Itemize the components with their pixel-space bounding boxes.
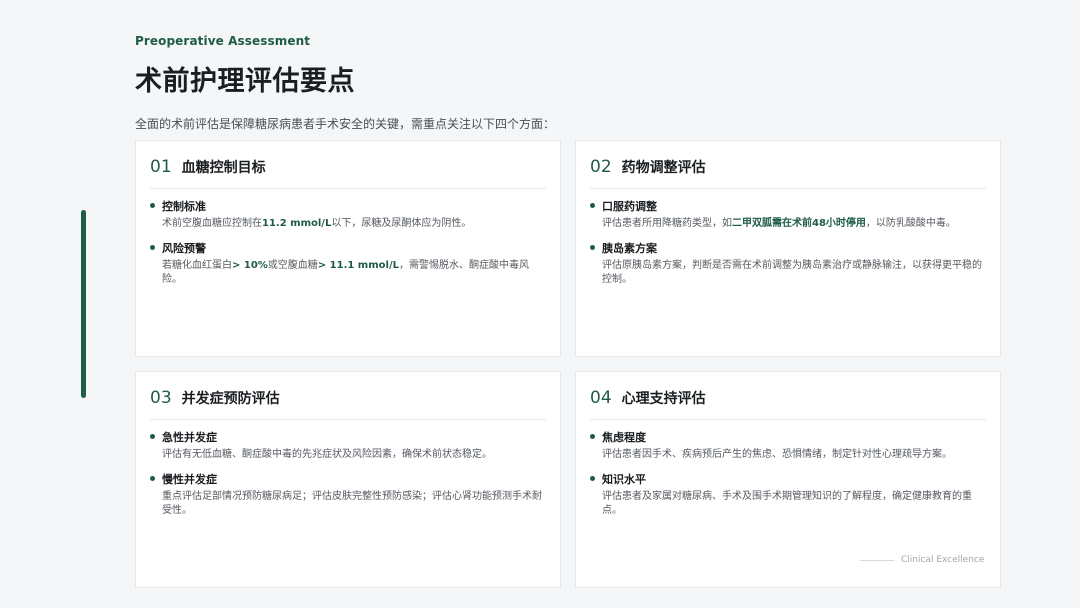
list-item: 知识水平 评估患者及家属对糖尿病、手术及围手术期管理知识的了解程度，确定健康教育… bbox=[590, 471, 986, 518]
item-title: 控制标准 bbox=[162, 200, 206, 213]
list-item: 慢性并发症 重点评估足部情况预防糖尿病足；评估皮肤完整性预防感染；评估心肾功能预… bbox=[150, 471, 546, 518]
list-item: 控制标准 术前空腹血糖应控制在11.2 mmol/L以下，尿糖及尿酮体应为阴性。 bbox=[150, 198, 546, 231]
list-item: 焦虑程度 评估患者因手术、疾病预后产生的焦虑、恐惧情绪，制定针对性心理疏导方案。 bbox=[590, 429, 986, 462]
item-desc: 术前空腹血糖应控制在11.2 mmol/L以下，尿糖及尿酮体应为阴性。 bbox=[162, 217, 546, 231]
footer-divider bbox=[860, 559, 894, 561]
desc-text: ，以防乳酸酸中毒。 bbox=[865, 218, 956, 229]
desc-highlight: > 10% bbox=[232, 260, 268, 271]
bullet-dot bbox=[150, 203, 155, 208]
card-title: 血糖控制目标 bbox=[181, 160, 266, 176]
bullet-dot bbox=[150, 245, 155, 250]
item-desc: 评估原胰岛素方案，判断是否需在术前调整为胰岛素治疗或静脉输注，以获得更平稳的控制… bbox=[602, 260, 982, 285]
desc-text: 若糖化血红蛋白 bbox=[162, 260, 232, 271]
item-title: 口服药调整 bbox=[602, 200, 657, 213]
card-complications: 03 并发症预防评估 急性并发症 评估有无低血糖、酮症酸中毒的先兆症状及风险因素… bbox=[135, 371, 561, 588]
card-number: 03 bbox=[150, 388, 172, 408]
desc-highlight: > 11.1 mmol/L bbox=[317, 260, 399, 271]
bullet-dot bbox=[590, 245, 595, 250]
card-blood-glucose: 01 血糖控制目标 控制标准 术前空腹血糖应控制在11.2 mmol/L以下，尿… bbox=[135, 140, 561, 357]
footer-text: Clinical Excellence bbox=[901, 555, 985, 565]
item-title: 胰岛素方案 bbox=[602, 242, 657, 255]
desc-text: 或空腹血糖 bbox=[267, 260, 318, 271]
desc-text: 术前空腹血糖应控制在 bbox=[162, 218, 262, 229]
bullet-dot bbox=[150, 476, 155, 481]
item-desc: 重点评估足部情况预防糖尿病足；评估皮肤完整性预防感染；评估心肾功能预测手术耐受性… bbox=[162, 491, 542, 516]
bullet-dot bbox=[590, 476, 595, 481]
card-header: 01 血糖控制目标 bbox=[150, 157, 546, 189]
card-title: 心理支持评估 bbox=[621, 391, 706, 407]
item-title: 慢性并发症 bbox=[162, 473, 217, 486]
eyebrow-label: Preoperative Assessment bbox=[135, 34, 311, 48]
page-title: 术前护理评估要点 bbox=[135, 66, 355, 97]
bullet-dot bbox=[150, 434, 155, 439]
desc-text: 以下，尿糖及尿酮体应为阴性。 bbox=[331, 218, 472, 229]
desc-text: 评估患者所用降糖药类型，如 bbox=[602, 218, 732, 229]
card-number: 02 bbox=[590, 157, 612, 177]
card-header: 03 并发症预防评估 bbox=[150, 388, 546, 420]
list-item: 口服药调整 评估患者所用降糖药类型，如二甲双胍需在术前48小时停用，以防乳酸酸中… bbox=[590, 198, 986, 231]
header: Preoperative Assessment 术前护理评估要点 全面的术前评估… bbox=[135, 34, 1015, 132]
item-title: 焦虑程度 bbox=[602, 431, 646, 444]
card-medication: 02 药物调整评估 口服药调整 评估患者所用降糖药类型，如二甲双胍需在术前48小… bbox=[575, 140, 1001, 357]
item-title: 风险预警 bbox=[162, 242, 206, 255]
item-desc: 评估有无低血糖、酮症酸中毒的先兆症状及风险因素，确保术前状态稳定。 bbox=[162, 449, 492, 460]
list-item: 急性并发症 评估有无低血糖、酮症酸中毒的先兆症状及风险因素，确保术前状态稳定。 bbox=[150, 429, 546, 462]
accent-bar bbox=[81, 210, 86, 398]
item-desc: 若糖化血红蛋白> 10%或空腹血糖> 11.1 mmol/L，需警惕脱水、酮症酸… bbox=[162, 259, 546, 287]
footer-note: Clinical Excellence bbox=[860, 555, 984, 565]
item-desc: 评估患者所用降糖药类型，如二甲双胍需在术前48小时停用，以防乳酸酸中毒。 bbox=[602, 217, 986, 231]
list-item: 胰岛素方案 评估原胰岛素方案，判断是否需在术前调整为胰岛素治疗或静脉输注，以获得… bbox=[590, 240, 986, 287]
item-title: 知识水平 bbox=[602, 473, 646, 486]
card-number: 04 bbox=[590, 388, 612, 408]
list-item: 风险预警 若糖化血红蛋白> 10%或空腹血糖> 11.1 mmol/L，需警惕脱… bbox=[150, 240, 546, 287]
intro-text: 全面的术前评估是保障糖尿病患者手术安全的关键，需重点关注以下四个方面： bbox=[135, 117, 556, 131]
desc-highlight: 二甲双胍需在术前48小时停用 bbox=[732, 218, 866, 229]
item-desc: 评估患者及家属对糖尿病、手术及围手术期管理知识的了解程度，确定健康教育的重点。 bbox=[602, 491, 972, 516]
card-header: 02 药物调整评估 bbox=[590, 157, 986, 189]
item-title: 急性并发症 bbox=[162, 431, 217, 444]
card-header: 04 心理支持评估 bbox=[590, 388, 986, 420]
card-number: 01 bbox=[150, 157, 172, 177]
desc-highlight: 11.2 mmol/L bbox=[262, 218, 332, 229]
bullet-dot bbox=[590, 434, 595, 439]
card-title: 药物调整评估 bbox=[621, 160, 706, 176]
item-desc: 评估患者因手术、疾病预后产生的焦虑、恐惧情绪，制定针对性心理疏导方案。 bbox=[602, 449, 952, 460]
bullet-dot bbox=[590, 203, 595, 208]
card-title: 并发症预防评估 bbox=[181, 391, 280, 407]
